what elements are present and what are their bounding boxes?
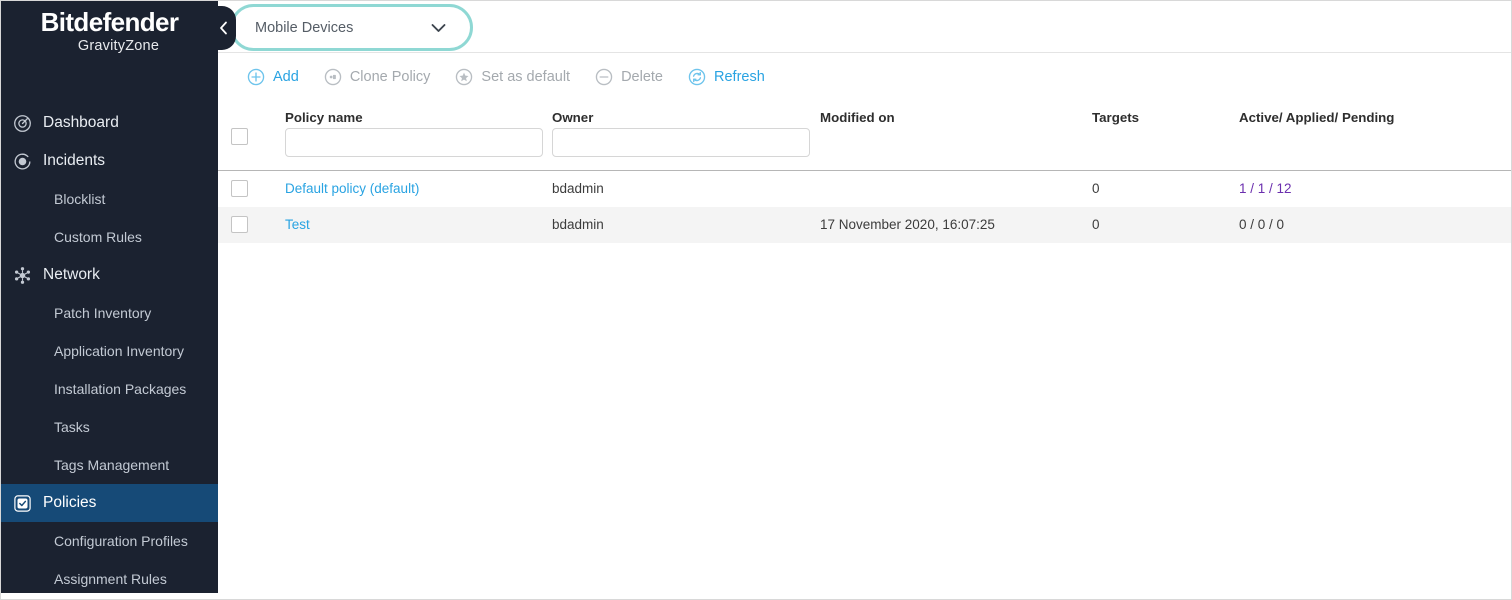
plus-circle-icon <box>247 68 265 86</box>
header-policy-name: Policy name <box>263 99 530 125</box>
dashboard-icon <box>1 114 43 133</box>
incidents-icon <box>1 152 43 171</box>
add-button[interactable]: Add <box>247 68 299 86</box>
sidebar-item-label: Dashboard <box>43 114 119 132</box>
cell-policy-name: Default policy (default) <box>263 171 530 207</box>
clone-circle-icon <box>324 68 342 86</box>
sidebar-item-incidents[interactable]: Incidents <box>1 142 218 180</box>
toolbar-button-label: Clone Policy <box>350 69 431 85</box>
filter-aap-cell <box>1217 125 1512 171</box>
sidebar-item-label: Tasks <box>54 419 90 435</box>
sidebar-item-label: Network <box>43 266 100 284</box>
select-all-checkbox[interactable] <box>231 128 248 145</box>
sidebar-nav: Dashboard Incidents Blocklist Custom Rules N… <box>1 104 218 593</box>
chevron-left-icon <box>219 21 228 35</box>
cell-active-applied-pending: 0 / 0 / 0 <box>1217 207 1512 243</box>
top-header: Mobile Devices <box>218 1 1512 53</box>
policies-icon <box>1 494 43 513</box>
cell-policy-name: Test <box>263 207 530 243</box>
header-modified-on: Modified on <box>798 99 1070 125</box>
sidebar-item-assignment-rules[interactable]: Assignment Rules <box>1 560 218 593</box>
sidebar-item-label: Installation Packages <box>54 381 186 397</box>
policies-table-container: Policy name Owner Modified on Targets Ac… <box>218 99 1512 593</box>
cell-owner: bdadmin <box>530 171 798 207</box>
scope-selector-value: Mobile Devices <box>255 20 353 36</box>
table-row[interactable]: Test bdadmin17 November 2020, 16:07:250 0 … <box>218 207 1512 243</box>
sidebar-item-label: Application Inventory <box>54 343 184 359</box>
policy-name-link[interactable]: Default policy (default) <box>285 181 419 196</box>
sidebar-item-label: Blocklist <box>54 191 105 207</box>
sidebar-item-label: Assignment Rules <box>54 571 167 587</box>
gravityzone-policies-page: Bitdefender® GravityZone Dashboard Incide… <box>0 0 1512 600</box>
sidebar-item-installation-packages[interactable]: Installation Packages <box>1 370 218 408</box>
clone-policy-button: Clone Policy <box>324 68 431 86</box>
table-filter-row <box>218 125 1512 171</box>
sidebar-item-policies[interactable]: Policies <box>1 484 218 522</box>
toolbar-button-label: Refresh <box>714 69 765 85</box>
cell-modified-on: 17 November 2020, 16:07:25 <box>798 207 1070 243</box>
table-row[interactable]: Default policy (default) bdadmin 0 1 / 1 / … <box>218 171 1512 207</box>
toolbar-button-label: Set as default <box>481 69 570 85</box>
filter-owner-input[interactable] <box>552 128 810 157</box>
filter-policy-name-cell <box>263 125 530 171</box>
header-owner: Owner <box>530 99 798 125</box>
filter-modified-on-cell <box>798 125 1070 171</box>
header-active-applied-pending: Active/ Applied/ Pending <box>1217 99 1512 125</box>
filter-owner-cell <box>530 125 798 171</box>
sidebar-item-label: Patch Inventory <box>54 305 151 321</box>
brand-name: Bitdefender <box>41 7 179 37</box>
sidebar-item-label: Custom Rules <box>54 229 142 245</box>
policy-name-link[interactable]: Test <box>285 217 310 232</box>
star-circle-icon <box>455 68 473 86</box>
cell-targets: 0 <box>1070 171 1217 207</box>
sidebar-item-label: Tags Management <box>54 457 169 473</box>
network-icon <box>1 266 43 285</box>
toolbar-button-label: Delete <box>621 69 663 85</box>
policies-table: Policy name Owner Modified on Targets Ac… <box>218 99 1512 243</box>
sidebar-item-tags-management[interactable]: Tags Management <box>1 446 218 484</box>
active-applied-pending-value: 0 / 0 / 0 <box>1239 217 1284 232</box>
row-checkbox[interactable] <box>231 180 248 197</box>
sidebar-item-application-inventory[interactable]: Application Inventory <box>1 332 218 370</box>
sidebar-item-blocklist[interactable]: Blocklist <box>1 180 218 218</box>
scope-selector[interactable]: Mobile Devices <box>230 4 473 51</box>
cell-modified-on <box>798 171 1070 207</box>
chevron-down-icon <box>431 23 446 33</box>
select-all-cell <box>218 125 263 171</box>
cell-owner: bdadmin <box>530 207 798 243</box>
policies-toolbar: Add Clone Policy Set as default Delete Refre… <box>218 54 1512 99</box>
table-head: Policy name Owner Modified on Targets Ac… <box>218 99 1512 171</box>
filter-targets-cell <box>1070 125 1217 171</box>
brand-product: GravityZone <box>19 38 218 55</box>
row-select-cell <box>218 207 263 243</box>
sidebar-item-configuration-profiles[interactable]: Configuration Profiles <box>1 522 218 560</box>
cell-targets: 0 <box>1070 207 1217 243</box>
sidebar: Bitdefender® GravityZone Dashboard Incide… <box>1 1 218 593</box>
active-applied-pending-link[interactable]: 1 / 1 / 12 <box>1239 181 1292 196</box>
delete-button: Delete <box>595 68 663 86</box>
header-select-column <box>218 99 263 125</box>
refresh-button[interactable]: Refresh <box>688 68 765 86</box>
header-targets: Targets <box>1070 99 1217 125</box>
table-body: Default policy (default) bdadmin 0 1 / 1 / … <box>218 171 1512 243</box>
cell-active-applied-pending: 1 / 1 / 12 <box>1217 171 1512 207</box>
toolbar-button-label: Add <box>273 69 299 85</box>
brand-logo: Bitdefender® GravityZone <box>1 7 218 55</box>
row-select-cell <box>218 171 263 207</box>
filter-policy-name-input[interactable] <box>285 128 543 157</box>
set-as-default-button: Set as default <box>455 68 570 86</box>
sidebar-item-patch-inventory[interactable]: Patch Inventory <box>1 294 218 332</box>
refresh-circle-icon <box>688 68 706 86</box>
sidebar-item-network[interactable]: Network <box>1 256 218 294</box>
sidebar-item-tasks[interactable]: Tasks <box>1 408 218 446</box>
row-checkbox[interactable] <box>231 216 248 233</box>
sidebar-item-label: Incidents <box>43 152 105 170</box>
sidebar-item-custom-rules[interactable]: Custom Rules <box>1 218 218 256</box>
minus-circle-icon <box>595 68 613 86</box>
sidebar-item-label: Configuration Profiles <box>54 533 188 549</box>
sidebar-item-label: Policies <box>43 494 96 512</box>
sidebar-item-dashboard[interactable]: Dashboard <box>1 104 218 142</box>
sidebar-collapse-button[interactable] <box>210 6 236 50</box>
table-header-row: Policy name Owner Modified on Targets Ac… <box>218 99 1512 125</box>
